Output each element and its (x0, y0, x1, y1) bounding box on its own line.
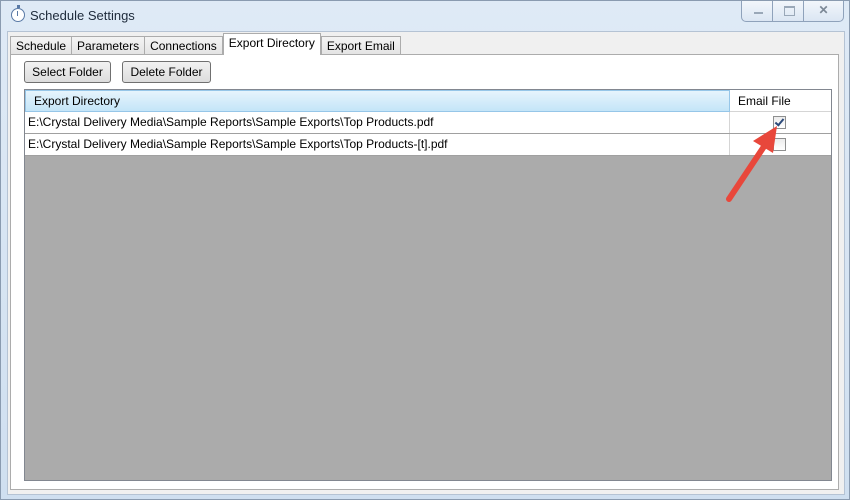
window-title: Schedule Settings (30, 8, 135, 23)
caption-buttons: ✕ (741, 1, 844, 22)
column-header-email-file[interactable]: Email File (730, 90, 831, 112)
schedule-settings-window: Schedule Settings ✕ Schedule Parameters … (0, 0, 850, 500)
stopwatch-icon (11, 5, 25, 22)
column-header-export-directory[interactable]: Export Directory (25, 90, 730, 112)
tab-schedule[interactable]: Schedule (10, 36, 73, 55)
tab-export-email[interactable]: Export Email (320, 36, 401, 55)
grid-header: Export Directory Email File (25, 90, 831, 112)
tab-export-directory[interactable]: Export Directory (222, 33, 321, 55)
tab-strip: Schedule Parameters Connections Export D… (10, 33, 401, 55)
annotation-arrow-icon (726, 126, 777, 202)
export-path-cell[interactable]: E:\Crystal Delivery Media\Sample Reports… (25, 112, 730, 133)
tab-parameters[interactable]: Parameters (71, 36, 146, 55)
tab-connections[interactable]: Connections (144, 36, 223, 55)
dialog-body: Schedule Parameters Connections Export D… (7, 31, 845, 495)
close-icon: ✕ (818, 3, 829, 17)
maximize-button[interactable] (773, 1, 804, 21)
close-button[interactable]: ✕ (804, 1, 843, 21)
select-folder-button[interactable]: Select Folder (24, 61, 111, 83)
minimize-button[interactable] (742, 1, 773, 21)
export-path-cell[interactable]: E:\Crystal Delivery Media\Sample Reports… (25, 134, 730, 155)
delete-folder-button[interactable]: Delete Folder (122, 61, 211, 83)
title-bar[interactable]: Schedule Settings ✕ (1, 1, 849, 29)
